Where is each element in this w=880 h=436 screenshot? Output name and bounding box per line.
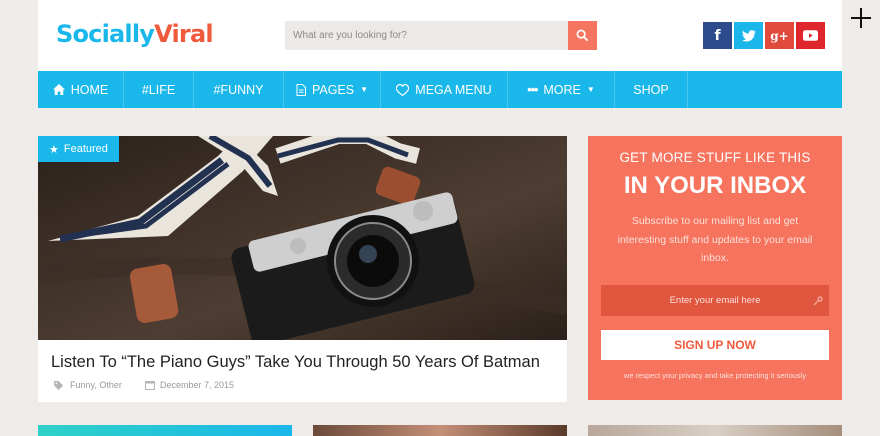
featured-badge[interactable]: ★ Featured (38, 136, 119, 162)
featured-post-title[interactable]: Listen To “The Piano Guys” Take You Thro… (51, 353, 540, 372)
social-links: f g+ (703, 22, 825, 49)
tag-icon (54, 380, 64, 390)
home-icon (52, 84, 65, 95)
post-card-thumbnail[interactable] (38, 425, 292, 436)
nav-label-shop: SHOP (633, 82, 669, 97)
nav-item-pages[interactable]: PAGES ▼ (284, 71, 381, 108)
site-header: SociallyViral f g+ (38, 0, 842, 71)
google-plus-icon: g+ (770, 28, 789, 43)
search-icon (576, 29, 589, 42)
post-date-text: December 7, 2015 (160, 380, 235, 390)
newsletter-subheading: IN YOUR INBOX (623, 172, 807, 199)
featured-post-image[interactable]: ★ Featured (38, 136, 567, 340)
post-date: December 7, 2015 (145, 380, 234, 390)
file-icon (296, 83, 306, 96)
star-icon: ★ (49, 143, 59, 156)
nav-item-shop[interactable]: SHOP (615, 71, 688, 108)
calendar-icon (145, 381, 155, 390)
search-button[interactable] (568, 21, 597, 50)
nav-label-pages: PAGES (311, 82, 355, 97)
main-nav: HOME #LIFE #FUNNY PAGES ▼ MEGA MENU ••• … (38, 71, 842, 108)
nav-label-more: MORE (543, 82, 581, 97)
post-categories-text: Funny, Other (70, 380, 122, 390)
search-input[interactable] (285, 21, 567, 50)
logo-part-viral: Viral (154, 20, 213, 48)
newsletter-widget: GET MORE STUFF LIKE THIS IN YOUR INBOX S… (588, 136, 842, 400)
nav-item-funny[interactable]: #FUNNY (194, 71, 284, 108)
caret-down-icon: ▼ (360, 85, 369, 94)
nav-item-home[interactable]: HOME (38, 71, 124, 108)
nav-item-mega-menu[interactable]: MEGA MENU (381, 71, 508, 108)
post-card-thumbnail[interactable] (313, 425, 567, 436)
facebook-button[interactable]: f (703, 22, 732, 49)
nav-item-more[interactable]: ••• MORE ▼ (508, 71, 615, 108)
caret-down-icon: ▼ (586, 85, 595, 94)
google-plus-button[interactable]: g+ (765, 22, 794, 49)
nav-label-funny: #FUNNY (213, 82, 264, 97)
nav-label-life: #LIFE (141, 82, 176, 97)
heart-icon (396, 83, 410, 96)
camera-photo-illustration (38, 136, 567, 340)
key-icon (813, 296, 823, 306)
post-categories[interactable]: Funny, Other (54, 380, 122, 390)
featured-post-card[interactable]: ★ Featured Listen To “The Piano Guys” Ta… (38, 136, 567, 402)
facebook-icon: f (714, 27, 721, 44)
nav-label-mega-menu: MEGA MENU (415, 82, 492, 97)
email-input[interactable] (615, 295, 815, 306)
logo-part-socially: Socially (56, 20, 155, 48)
privacy-note: we respect your privacy and take protect… (623, 371, 807, 380)
nav-label-home: HOME (70, 82, 109, 97)
twitter-icon (741, 29, 756, 42)
youtube-icon (803, 30, 818, 41)
add-icon[interactable] (849, 6, 873, 30)
post-card-thumbnail[interactable] (588, 425, 842, 436)
email-field[interactable] (601, 285, 829, 316)
youtube-button[interactable] (796, 22, 825, 49)
site-logo[interactable]: SociallyViral (56, 20, 214, 48)
featured-badge-label: Featured (63, 143, 108, 155)
ellipsis-icon: ••• (527, 82, 538, 97)
newsletter-heading: GET MORE STUFF LIKE THIS (619, 150, 811, 165)
newsletter-description: Subscribe to our mailing list and get in… (617, 215, 813, 264)
twitter-button[interactable] (734, 22, 763, 49)
signup-button[interactable]: SIGN UP NOW (601, 330, 829, 360)
nav-item-life[interactable]: #LIFE (124, 71, 194, 108)
search-bar (285, 21, 597, 50)
